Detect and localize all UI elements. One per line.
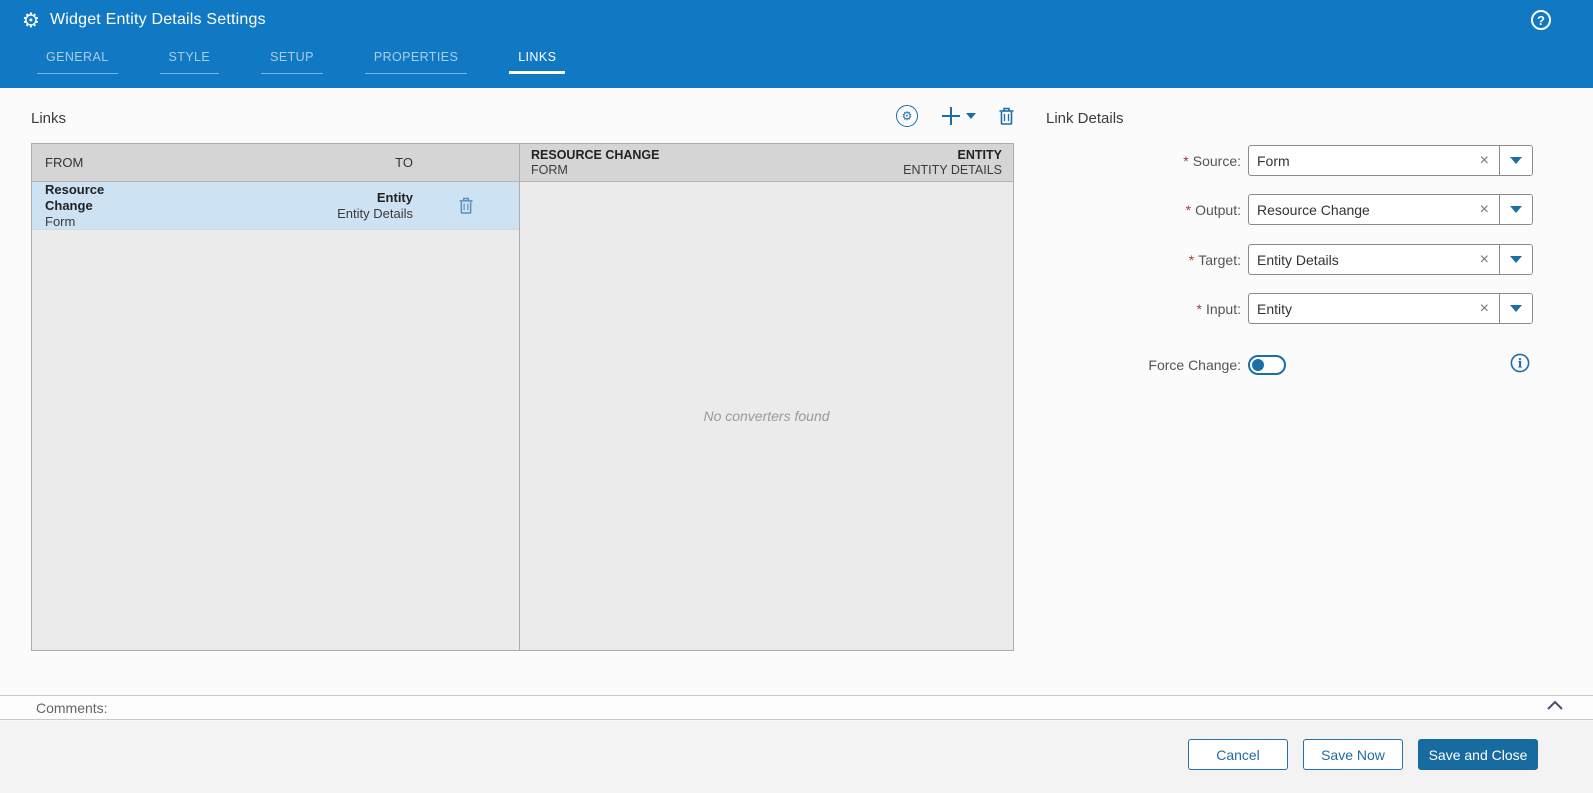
chevron-down-icon xyxy=(1510,157,1522,164)
links-toolbar: ⚙ xyxy=(896,102,1014,130)
links-table-header: FROM TO xyxy=(32,144,519,182)
input-clear-icon[interactable]: × xyxy=(1478,300,1491,318)
info-icon[interactable]: i xyxy=(1510,353,1530,373)
collapse-comments-button[interactable] xyxy=(1546,700,1564,711)
table-row[interactable]: Resource Change Form Entity Entity Detai… xyxy=(32,182,519,230)
add-link-dropdown-caret-icon[interactable] xyxy=(966,113,976,119)
no-converters-message: No converters found xyxy=(703,408,830,424)
links-workspace: FROM TO Resource Change Form Entity Enti… xyxy=(31,143,1014,651)
target-combobox[interactable]: Entity Details × xyxy=(1248,244,1533,275)
tab-properties[interactable]: PROPERTIES xyxy=(364,45,468,74)
input-field-row: * Input: Entity × xyxy=(1046,293,1540,324)
input-label: Input: xyxy=(1205,300,1241,317)
help-icon[interactable]: ? xyxy=(1531,10,1551,30)
chevron-up-icon xyxy=(1547,700,1563,710)
converter-from-output: RESOURCE CHANGE xyxy=(531,147,660,162)
column-header-from: FROM xyxy=(45,155,84,170)
chevron-down-icon xyxy=(1510,256,1522,263)
source-label: Source: xyxy=(1192,152,1241,169)
input-combobox[interactable]: Entity × xyxy=(1248,293,1533,324)
svg-text:i: i xyxy=(1518,357,1523,371)
output-value[interactable]: Resource Change xyxy=(1257,202,1478,218)
link-details-title: Link Details xyxy=(1046,110,1124,127)
link-from-widget: Form xyxy=(45,213,76,229)
link-to-widget: Entity Details xyxy=(337,205,413,221)
target-label: Target: xyxy=(1198,251,1241,268)
source-clear-icon[interactable]: × xyxy=(1478,152,1491,170)
output-label: Output: xyxy=(1195,201,1241,218)
tab-style[interactable]: STYLE xyxy=(159,45,220,74)
source-field-row: * Source: Form × xyxy=(1046,145,1540,176)
converters-header: RESOURCE CHANGE FORM ENTITY ENTITY DETAI… xyxy=(520,144,1013,182)
tab-setup[interactable]: SETUP xyxy=(261,45,323,74)
target-value[interactable]: Entity Details xyxy=(1257,252,1478,268)
converter-to-input: ENTITY xyxy=(957,147,1002,162)
row-delete-trash-icon[interactable] xyxy=(459,197,473,214)
output-field-row: * Output: Resource Change × xyxy=(1046,194,1540,225)
required-marker: * xyxy=(1185,201,1192,218)
target-clear-icon[interactable]: × xyxy=(1478,251,1491,269)
force-change-label: Force Change: xyxy=(1148,356,1241,373)
required-marker: * xyxy=(1183,152,1189,169)
input-dropdown-button[interactable] xyxy=(1499,294,1532,323)
dialog-title: Widget Entity Details Settings xyxy=(49,11,266,28)
save-and-close-button[interactable]: Save and Close xyxy=(1418,739,1538,770)
link-to-input: Entity xyxy=(376,189,413,205)
output-dropdown-button[interactable] xyxy=(1499,195,1532,224)
tab-general[interactable]: GENERAL xyxy=(37,45,118,74)
source-combobox[interactable]: Form × xyxy=(1248,145,1533,176)
link-from-output: Resource Change xyxy=(45,181,105,213)
delete-link-button[interactable] xyxy=(999,107,1014,125)
tab-links[interactable]: LINKS xyxy=(509,45,566,74)
tab-bar: GENERAL STYLE SETUP PROPERTIES LINKS xyxy=(37,45,566,74)
trash-icon xyxy=(999,107,1014,125)
plus-icon xyxy=(942,107,960,125)
comments-bar: Comments: xyxy=(0,695,1593,720)
force-change-row: Force Change: i xyxy=(1046,349,1540,380)
add-link-button[interactable] xyxy=(941,106,976,126)
force-change-toggle[interactable] xyxy=(1248,354,1286,375)
source-value[interactable]: Form xyxy=(1257,153,1478,169)
output-combobox[interactable]: Resource Change × xyxy=(1248,194,1533,225)
link-details-panel: Link Details * Source: Form × * Output: Re… xyxy=(1046,110,1540,375)
save-now-button[interactable]: Save Now xyxy=(1303,739,1403,770)
required-marker: * xyxy=(1188,251,1195,268)
target-field-row: * Target: Entity Details × xyxy=(1046,244,1540,275)
converter-to-widget: ENTITY DETAILS xyxy=(903,162,1002,177)
output-clear-icon[interactable]: × xyxy=(1478,201,1491,219)
chevron-down-icon xyxy=(1510,305,1522,312)
auto-converter-icon[interactable]: ⚙ xyxy=(896,105,918,127)
comments-label: Comments: xyxy=(36,699,108,716)
column-header-to: TO xyxy=(395,155,413,170)
target-dropdown-button[interactable] xyxy=(1499,245,1532,274)
required-marker: * xyxy=(1196,300,1202,317)
chevron-down-icon xyxy=(1510,206,1522,213)
links-table: FROM TO Resource Change Form Entity Enti… xyxy=(32,144,520,650)
links-section-title: Links xyxy=(31,110,67,127)
converters-panel: RESOURCE CHANGE FORM ENTITY ENTITY DETAI… xyxy=(520,144,1013,650)
dialog-footer: Cancel Save Now Save and Close xyxy=(0,721,1593,793)
dialog-header: ⚙ Widget Entity Details Settings ? GENER… xyxy=(0,0,1593,88)
input-value[interactable]: Entity xyxy=(1257,301,1478,317)
source-dropdown-button[interactable] xyxy=(1499,146,1532,175)
converter-from-widget: FORM xyxy=(531,162,568,177)
settings-gear-icon: ⚙ xyxy=(22,8,40,32)
cancel-button[interactable]: Cancel xyxy=(1188,739,1288,770)
